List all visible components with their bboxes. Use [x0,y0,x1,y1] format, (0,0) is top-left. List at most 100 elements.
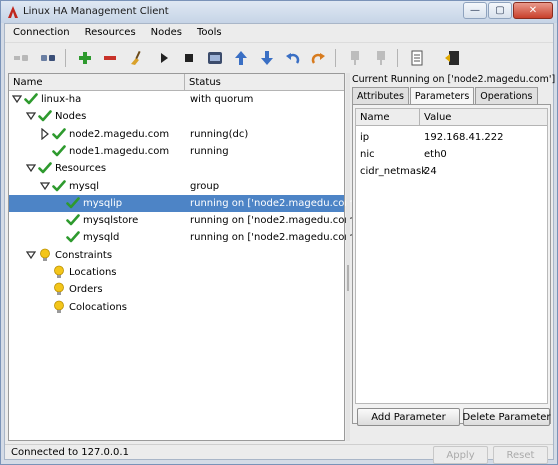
tree-row[interactable]: linux-ha with quorum [9,91,344,108]
disconnect-button[interactable] [38,48,58,68]
table-row[interactable]: nic eth0 [356,146,547,163]
check-icon [66,214,80,226]
status-bar: Connected to 127.0.0.1 [5,444,553,460]
tree-node-status: running on ['node2.magedu.com'] [190,232,361,244]
tab-parameters[interactable]: Parameters [409,87,475,105]
cleanup-button[interactable] [126,48,146,68]
menu-tools[interactable]: Tools [189,24,229,42]
toolbar [5,42,553,72]
parameters-table: Name Value ip 192.168.41.222 nic eth0 ci… [355,108,548,404]
tree-node-status: group [190,180,220,192]
log-button[interactable] [407,48,427,68]
tree-node-status: running on ['node2.magedu.com'] [190,197,361,209]
tree-row[interactable]: Nodes [9,108,344,125]
tree-node-name: Resources [55,163,107,175]
menu-nodes[interactable]: Nodes [143,24,189,42]
exit-icon [445,51,459,65]
tree-row[interactable]: Resources [9,160,344,177]
add-button[interactable] [75,48,95,68]
migrate-button[interactable] [205,48,225,68]
expand-arrow-icon[interactable] [40,180,50,192]
window-title: Linux HA Management Client [23,6,169,17]
remove-button[interactable] [100,48,120,68]
move-up-button[interactable] [231,48,251,68]
undo-button[interactable] [283,48,303,68]
check-icon [52,179,66,191]
tree-row[interactable]: Colocations [9,299,344,316]
stop-button[interactable] [179,48,199,68]
connect-button[interactable] [11,48,31,68]
check-icon [66,231,80,243]
tree-node-name: mysqlip [83,197,123,209]
tree-node-name: Colocations [69,301,127,313]
details-pane: Current Running on ['node2.magedu.com'] … [350,73,555,464]
title-bar[interactable]: Linux HA Management Client — ▢ ✕ [1,1,557,23]
delete-parameter-button[interactable]: Delete Parameter [462,408,551,426]
tab-attributes[interactable]: Attributes [352,87,409,104]
standby-icon [351,51,359,65]
redo-button[interactable] [308,48,328,68]
expand-arrow-icon[interactable] [26,249,36,261]
start-button[interactable] [154,48,174,68]
status-column-header[interactable]: Status [185,74,344,90]
maximize-button[interactable]: ▢ [488,2,512,19]
expand-arrow-icon[interactable] [26,110,36,122]
tree-row[interactable]: mysqlip running on ['node2.magedu.com'] [9,194,361,212]
tree-row[interactable]: Locations [9,264,344,281]
connection-status: Connected to 127.0.0.1 [11,447,129,458]
tree-row[interactable]: mysqlstore running on ['node2.magedu.com'… [9,212,361,229]
tree-row[interactable]: node1.magedu.com running [9,143,344,160]
log-icon [411,50,423,66]
tree-node-status: running on ['node2.magedu.com'] [190,215,361,227]
redo-icon [311,53,325,64]
param-value-header[interactable]: Value [424,112,451,123]
cluster-tree: Name Status linux-ha with quorum Nodes node… [8,73,361,441]
table-row[interactable]: cidr_netmask 24 [356,163,547,180]
add-parameter-button[interactable]: Add Parameter [357,408,460,426]
header-divider [419,109,420,125]
bulb-icon [54,265,64,278]
tree-header: Name Status [9,74,344,91]
tree-row[interactable]: node2.magedu.com running(dc) [9,126,344,143]
move-down-button[interactable] [257,48,277,68]
active-button[interactable] [371,48,391,68]
parameters-panel: Name Value ip 192.168.41.222 nic eth0 ci… [352,104,551,426]
minimize-button[interactable]: — [463,2,487,19]
check-icon [52,127,66,139]
start-icon [161,53,168,63]
tree-row[interactable]: Orders [9,281,344,298]
table-row[interactable]: ip 192.168.41.222 [356,129,547,146]
param-name-header[interactable]: Name [360,112,390,123]
client-area: Connection Resources Nodes Tools Name St… [4,23,555,464]
param-value: 24 [424,166,437,177]
check-icon [38,110,52,122]
param-value: eth0 [424,149,447,160]
tree-row[interactable]: mysqld running on ['node2.magedu.com'] [9,229,361,246]
details-tabs: Attributes Parameters Operations [352,87,539,105]
exit-button[interactable] [442,48,462,68]
tab-operations[interactable]: Operations [475,87,538,104]
tree-node-name: mysqld [83,232,120,244]
tree-node-name: Locations [69,267,117,278]
move-down-icon [261,51,273,65]
tree-node-name: node1.magedu.com [69,145,170,157]
expand-arrow-icon[interactable] [12,93,22,105]
bulb-icon [40,248,50,261]
tree-row[interactable]: Constraints [9,247,344,264]
disconnect-icon [41,55,55,61]
active-icon [377,51,385,65]
bulb-icon [54,282,64,296]
collapsed-arrow-icon[interactable] [40,127,50,140]
standby-button[interactable] [345,48,365,68]
toolbar-separator [65,49,66,67]
splitter-grip[interactable] [347,265,349,291]
app-window: Linux HA Management Client — ▢ ✕ Connect… [0,0,558,465]
menu-bar: Connection Resources Nodes Tools [5,24,553,42]
name-column-header[interactable]: Name [9,74,185,90]
menu-connection[interactable]: Connection [5,24,77,42]
close-button[interactable]: ✕ [513,2,553,19]
check-icon [24,93,38,105]
expand-arrow-icon[interactable] [26,162,36,174]
menu-resources[interactable]: Resources [77,24,143,42]
tree-row[interactable]: mysql group [9,178,344,195]
